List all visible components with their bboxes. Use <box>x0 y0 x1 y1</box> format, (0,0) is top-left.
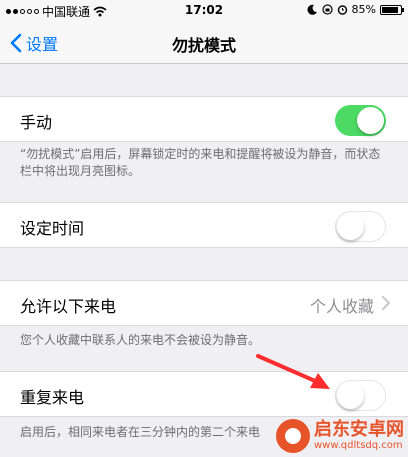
annotation-arrow <box>256 354 330 389</box>
watermark-name: 启东安卓网 <box>314 419 404 440</box>
watermark: 启东安卓网 www.qdltsdq.com <box>276 419 404 453</box>
watermark-url: www.qdltsdq.com <box>314 440 403 451</box>
watermark-logo-icon <box>276 419 310 453</box>
